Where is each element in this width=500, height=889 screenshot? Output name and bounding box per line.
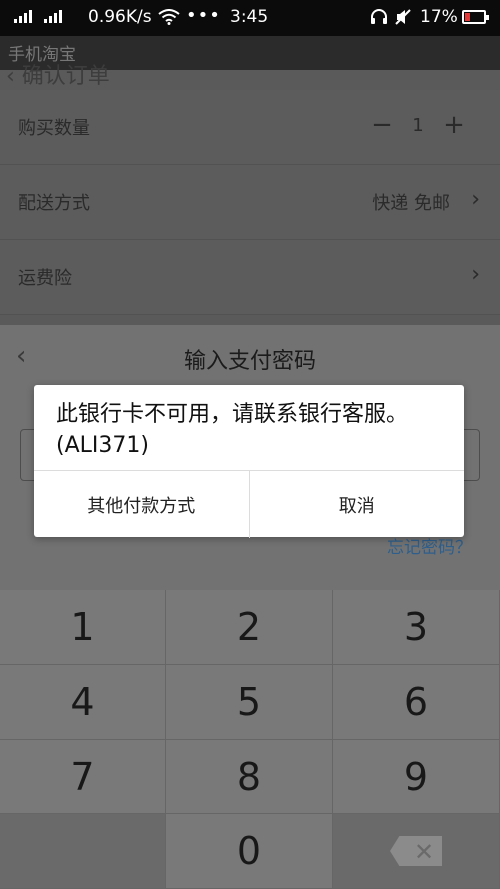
key-4[interactable]: 4 (0, 665, 166, 740)
battery-percent: 17% (420, 7, 458, 27)
insurance-label: 运费险 (18, 268, 72, 289)
key-6[interactable]: 6 (333, 665, 500, 740)
delivery-label: 配送方式 (18, 193, 90, 214)
back-arrow-icon: ‹ (6, 64, 22, 89)
chevron-right-icon: › (471, 262, 480, 287)
key-8[interactable]: 8 (166, 740, 333, 814)
key-2[interactable]: 2 (166, 590, 333, 665)
page-title: ‹ 确认订单 (6, 64, 110, 89)
more-dots: ••• (186, 5, 221, 26)
dialog-buttons: 其他付款方式 取消 (34, 470, 464, 538)
plus-button[interactable]: + (436, 110, 472, 140)
battery-icon (462, 10, 489, 24)
mute-icon (394, 9, 412, 30)
delivery-row[interactable]: 配送方式 快递 免邮 › (0, 165, 500, 240)
cancel-button[interactable]: 取消 (250, 471, 465, 538)
minus-button[interactable]: − (364, 110, 400, 140)
quantity-row: 购买数量 − 1 + (0, 90, 500, 165)
quantity-stepper: − 1 + (364, 110, 472, 140)
numeric-keypad: 1 2 3 4 5 6 7 8 9 0 ✕ (0, 590, 500, 889)
status-bar: 0.96K/s ••• 3:45 17% (0, 0, 500, 36)
wifi-icon (158, 9, 180, 30)
signal-icon (14, 10, 62, 23)
headset-icon (370, 9, 388, 30)
key-7[interactable]: 7 (0, 740, 166, 814)
dialog-message: 此银行卡不可用，请联系银行客服。(ALI371) (56, 402, 409, 458)
key-5[interactable]: 5 (166, 665, 333, 740)
clock: 3:45 (230, 7, 269, 27)
chevron-right-icon: › (471, 187, 480, 212)
key-1[interactable]: 1 (0, 590, 166, 665)
quantity-value: 1 (412, 114, 424, 136)
network-speed: 0.96K/s (88, 7, 152, 27)
key-9[interactable]: 9 (333, 740, 500, 814)
insurance-row[interactable]: 运费险 › (0, 240, 500, 315)
key-empty (0, 814, 166, 889)
delivery-value: 快递 免邮 (372, 193, 450, 214)
quantity-label: 购买数量 (18, 118, 90, 139)
key-0[interactable]: 0 (166, 814, 333, 889)
backspace-icon: ✕ (390, 836, 442, 866)
error-dialog: 此银行卡不可用，请联系银行客服。(ALI371) 其他付款方式 取消 (34, 385, 464, 538)
key-3[interactable]: 3 (333, 590, 500, 665)
delete-key[interactable]: ✕ (333, 814, 500, 889)
other-payment-method-button[interactable]: 其他付款方式 (34, 471, 250, 538)
payment-title: 输入支付密码 (183, 349, 316, 374)
